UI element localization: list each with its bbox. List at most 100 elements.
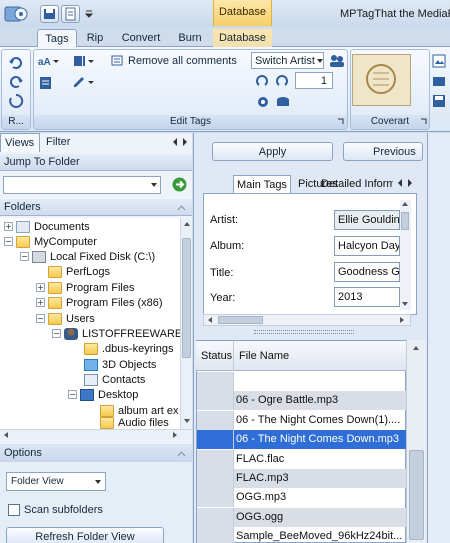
form-vertical-scrollbar[interactable] [400,200,411,310]
rotate-left-icon[interactable] [255,73,271,89]
form-horizontal-scrollbar[interactable] [203,314,411,326]
scroll-down-icon[interactable] [401,300,409,308]
gear-icon[interactable] [255,94,271,110]
tab-burn[interactable]: Burn [174,29,206,47]
collapse-icon[interactable]: − [68,390,77,399]
file-list-vertical-scrollbar[interactable] [406,340,426,543]
file-row[interactable]: FLAC.flac [197,450,406,469]
jump-to-folder-combo[interactable] [3,176,161,194]
panel-tab-left-arrow-icon[interactable] [171,137,179,147]
tree-node-users[interactable]: − Users [36,311,95,326]
folder-combo-dropdown-icon[interactable] [150,181,158,189]
tree-node-dbus-keyrings[interactable]: .dbus-keyrings [84,341,174,356]
tab-detailed-info[interactable]: Detailed Inform [317,175,393,194]
file-row[interactable] [197,372,406,391]
scroll-right-icon[interactable] [171,431,179,439]
column-status[interactable]: Status [197,341,234,371]
case-conversion-icon[interactable]: aA [38,54,60,68]
scroll-up-icon[interactable] [183,220,191,228]
tree-node-album-art[interactable]: album art ex [100,403,179,418]
tree-node-program-files[interactable]: + Program Files [36,280,134,295]
save-icon[interactable] [40,5,59,23]
tree-node-perflogs[interactable]: PerfLogs [48,264,110,279]
tree-node-documents[interactable]: + Documents [4,219,90,234]
scroll-down-icon[interactable] [183,417,191,425]
people-icon[interactable] [328,53,346,69]
file-row[interactable]: 06 - Ogre Battle.mp3 [197,391,406,410]
page-icon[interactable] [61,5,80,23]
scroll-thumb[interactable] [401,212,409,230]
tab-database[interactable]: Database [213,29,272,47]
scroll-right-icon[interactable] [398,316,406,324]
tree-node-audio-files[interactable]: Audio files [100,417,169,429]
remove-all-comments-button[interactable]: Remove all comments [128,55,237,67]
file-row[interactable]: OGG.ogg [197,508,406,527]
expand-icon[interactable]: + [36,283,45,292]
scroll-thumb[interactable] [182,238,191,358]
picture-folder-icon[interactable] [432,74,446,88]
file-row[interactable]: FLAC.mp3 [197,469,406,488]
tree-vertical-scrollbar[interactable] [180,218,192,429]
file-row[interactable]: OGG.mp3 [197,488,406,507]
rotate-right-icon[interactable] [273,73,289,89]
column-file-name[interactable]: File Name [236,341,406,371]
folders-collapse-icon[interactable] [177,203,186,212]
save-picture-icon[interactable] [432,94,446,108]
undo-icon[interactable] [8,55,24,71]
collapse-icon[interactable]: − [20,252,29,261]
tab-tags[interactable]: Tags [37,29,77,47]
file-row[interactable]: Sample_BeeMoved_96kHz24bit... [197,527,406,543]
switch-artist-dropdown-icon[interactable] [316,57,324,65]
redo-icon[interactable] [8,74,24,90]
drum-icon[interactable] [275,94,291,110]
tab-views[interactable]: Views [0,133,40,152]
tree-node-user[interactable]: − LISTOFFREEWARE [52,326,182,341]
coverart-launcher-icon[interactable] [420,118,428,126]
tab-filter[interactable]: Filter [44,133,84,152]
identify-file-icon[interactable] [73,54,95,68]
tag-from-file-icon[interactable] [38,75,54,91]
tree-horizontal-scrollbar[interactable] [0,429,192,440]
rename-file-icon[interactable] [73,75,95,89]
panel-tab-right-arrow-icon[interactable] [181,137,189,147]
scroll-left-icon[interactable] [206,316,214,324]
previous-button[interactable]: Previous [343,142,423,161]
cover-art-image[interactable] [352,54,411,106]
folder-view-select[interactable]: Folder View [6,472,106,491]
qat-dropdown-icon[interactable] [84,8,94,18]
splitter-handle[interactable] [254,330,354,334]
title-field[interactable]: Goodness Gracious [334,262,400,282]
tree-node-mycomputer[interactable]: − MyComputer [4,234,97,249]
tag-tab-right-arrow-icon[interactable] [406,178,414,188]
file-row[interactable]: 06 - The Night Comes Down.mp3 [197,430,406,449]
scan-subfolders-checkbox[interactable] [8,504,20,516]
tab-rip[interactable]: Rip [82,29,108,47]
tree-node-program-files-x86[interactable]: + Program Files (x86) [36,295,163,310]
refresh-folder-view-button[interactable]: Refresh Folder View [6,527,164,543]
scroll-thumb[interactable] [218,316,263,324]
app-logo-icon[interactable] [2,3,32,25]
year-field[interactable]: 2013 [334,287,400,307]
expand-icon[interactable]: + [4,222,13,231]
options-collapse-icon[interactable] [177,449,186,458]
tree-node-3d-objects[interactable]: 3D Objects [84,357,156,372]
file-row[interactable]: 06 - The Night Comes Down(1).... [197,411,406,430]
expand-icon[interactable]: + [36,298,45,307]
scroll-thumb[interactable] [409,450,424,540]
artist-field[interactable]: Ellie Goulding [334,210,400,230]
collapse-icon[interactable]: − [36,314,45,323]
apply-button[interactable]: Apply [212,142,333,161]
scroll-up-icon[interactable] [401,200,409,208]
refresh-icon[interactable] [8,93,24,109]
collapse-icon[interactable]: − [52,329,61,338]
tag-tab-left-arrow-icon[interactable] [396,178,404,188]
picture-icon[interactable] [432,54,446,68]
folder-view-dropdown-icon[interactable] [94,478,102,486]
tree-node-contacts[interactable]: Contacts [84,372,145,387]
go-arrow-icon[interactable] [172,177,187,192]
scroll-left-icon[interactable] [2,431,10,439]
number-field[interactable]: 1 [295,72,333,89]
collapse-icon[interactable]: − [4,237,13,246]
tree-node-desktop[interactable]: − Desktop [68,387,138,402]
scroll-up-icon[interactable] [412,344,420,352]
